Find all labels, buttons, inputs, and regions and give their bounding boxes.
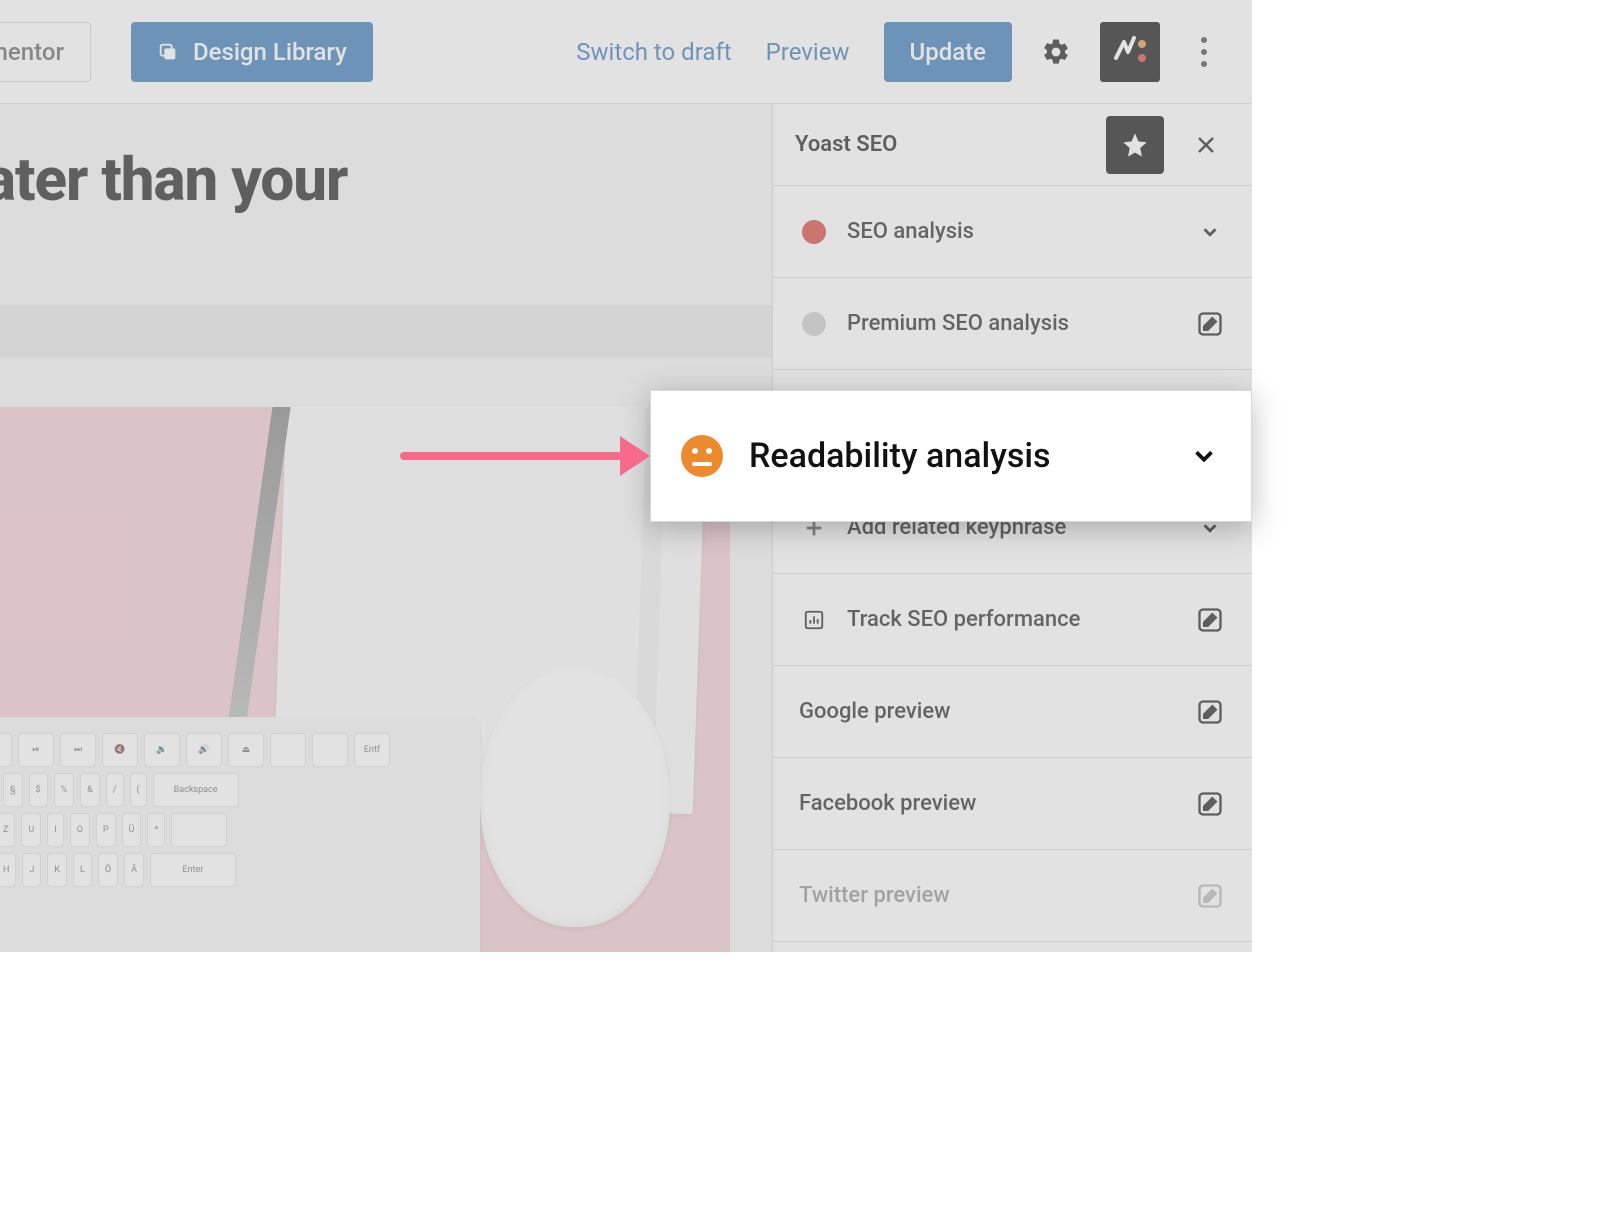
featured-image[interactable]: Esc⏮⏯⏭🔇🔉🔊⏏Entf ^!"§$%&/(Backspace ⇥ZUIOP… [0, 407, 730, 952]
panel-label: Google preview [799, 699, 951, 724]
panel-premium-seo[interactable]: Premium SEO analysis [773, 278, 1252, 370]
chart-icon [799, 605, 829, 635]
sidebar-pin-button[interactable] [1106, 116, 1164, 174]
switch-to-draft-link[interactable]: Switch to draft [576, 38, 731, 66]
panel-label: Readability analysis [749, 436, 1051, 476]
more-options-button[interactable] [1174, 22, 1234, 82]
yoast-icon [1110, 32, 1150, 72]
panel-google-preview[interactable]: Google preview [773, 666, 1252, 758]
panel-label: Facebook preview [799, 791, 976, 816]
block-toolbar-placeholder [0, 305, 772, 357]
edit-icon[interactable] [1194, 308, 1226, 340]
elementor-button-label: mentor [0, 38, 64, 66]
panel-label: SEO analysis [847, 219, 974, 244]
settings-button[interactable] [1026, 22, 1086, 82]
panel-label: Twitter preview [799, 883, 950, 908]
panel-track-seo[interactable]: Track SEO performance [773, 574, 1252, 666]
gear-icon [1041, 37, 1071, 67]
elementor-button[interactable]: mentor [0, 22, 91, 82]
design-library-button[interactable]: Design Library [131, 22, 373, 82]
star-icon [1121, 131, 1149, 159]
photo-mouse [480, 667, 670, 927]
yoast-button[interactable] [1100, 22, 1160, 82]
preview-label: Preview [766, 38, 850, 66]
edit-icon[interactable] [1194, 788, 1226, 820]
sidebar-close-button[interactable] [1182, 121, 1230, 169]
panel-seo-analysis[interactable]: SEO analysis [773, 186, 1252, 278]
panel-label: Track SEO performance [847, 607, 1080, 632]
preview-link[interactable]: Preview [766, 38, 850, 66]
status-face-orange-icon [681, 435, 723, 477]
post-heading[interactable]: be greater than your [0, 104, 772, 275]
more-vertical-icon [1201, 37, 1207, 67]
status-dot-red [799, 217, 829, 247]
sidebar-title: Yoast SEO [795, 132, 897, 157]
update-button[interactable]: Update [884, 22, 1013, 82]
status-dot-gray [799, 309, 829, 339]
design-library-label: Design Library [193, 38, 347, 66]
switch-to-draft-label: Switch to draft [576, 38, 731, 66]
edit-icon[interactable] [1194, 880, 1226, 912]
panel-facebook-preview[interactable]: Facebook preview [773, 758, 1252, 850]
panel-readability-analysis[interactable]: Readability analysis [650, 390, 1252, 522]
annotation-arrow [400, 440, 650, 470]
copy-icon [157, 41, 179, 63]
yoast-sidebar: Yoast SEO SEO analysis Premium SEO analy… [772, 104, 1252, 952]
close-icon [1194, 133, 1218, 157]
chevron-down-icon [1189, 441, 1219, 471]
edit-icon[interactable] [1194, 604, 1226, 636]
update-label: Update [910, 38, 987, 66]
photo-keyboard: Esc⏮⏯⏭🔇🔉🔊⏏Entf ^!"§$%&/(Backspace ⇥ZUIOP… [0, 717, 480, 952]
editor-canvas[interactable]: be greater than your Esc⏮⏯⏭🔇🔉🔊⏏Entf ^!"§… [0, 104, 772, 952]
sidebar-header: Yoast SEO [773, 104, 1252, 186]
panel-twitter-preview[interactable]: Twitter preview [773, 850, 1252, 942]
edit-icon[interactable] [1194, 696, 1226, 728]
editor-toolbar: mentor Design Library Switch to draft Pr… [0, 0, 1252, 104]
chevron-down-icon [1194, 216, 1226, 248]
panel-label: Premium SEO analysis [847, 311, 1069, 336]
